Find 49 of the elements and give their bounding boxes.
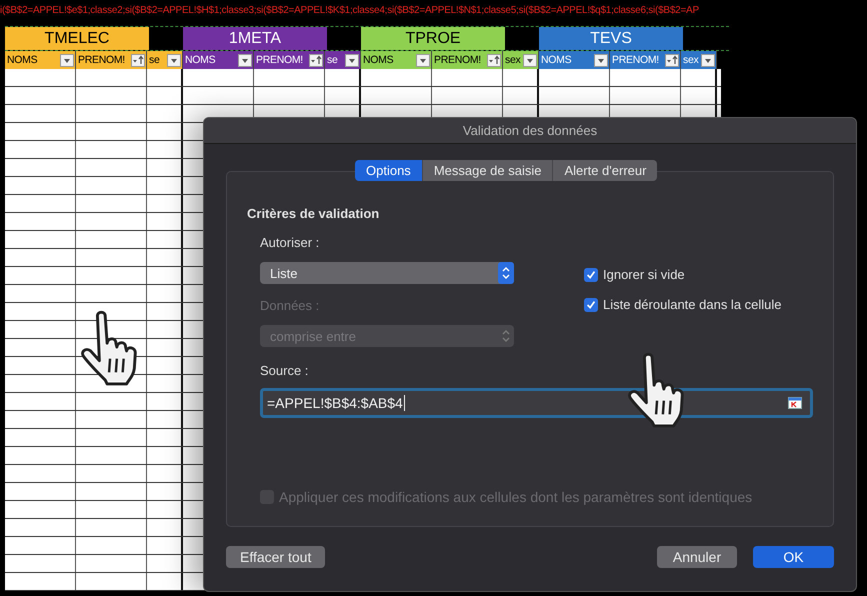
tab[interactable]: Options xyxy=(355,160,423,181)
column-header[interactable]: PRENOM! xyxy=(432,51,503,69)
column-header[interactable]: NOMS xyxy=(5,51,76,69)
filter-dropdown-icon[interactable] xyxy=(167,54,181,66)
column-header[interactable]: PRENOM! xyxy=(76,51,147,69)
class-header: TEVS xyxy=(539,27,683,50)
sort-filter-icon[interactable] xyxy=(131,54,145,66)
column-header[interactable]: sex xyxy=(503,51,539,69)
sort-filter-icon[interactable] xyxy=(665,54,679,66)
formula-text: i($B$2=APPEL!$e$1;classe2;si($B$2=APPEL!$H$1;classe3;si($B$2=APPEL!$K$1;classe4;si($B$2=APPEL!$N$1;classe5;si($B$2=APPEL!$q$1;classe6;si($B$2=AP xyxy=(0,4,700,18)
field-label: Données : xyxy=(260,298,320,313)
section-title: Critères de validation xyxy=(247,206,380,221)
source-field[interactable]: =APPEL!$B$4:$AB$4 xyxy=(260,388,813,418)
checkbox-label: Ignorer si vide xyxy=(603,267,685,282)
filter-dropdown-icon[interactable] xyxy=(60,54,74,66)
column-header[interactable]: PRENOM! xyxy=(610,51,681,69)
filter-dropdown-icon[interactable] xyxy=(238,54,252,66)
column-header[interactable]: sex xyxy=(681,51,717,69)
filter-dropdown-icon[interactable] xyxy=(345,54,359,66)
dialog-title: Validation des données xyxy=(204,118,856,144)
sort-filter-icon[interactable] xyxy=(309,54,323,66)
checkbox[interactable] xyxy=(584,268,598,282)
checkbox-label: Appliquer ces modifications aux cellules dont les paramètres sont identiques xyxy=(279,489,752,505)
column-header[interactable]: PRENOM! xyxy=(254,51,325,69)
sort-filter-icon[interactable] xyxy=(487,54,501,66)
class-header: TPROE xyxy=(361,27,505,50)
filter-dropdown-icon[interactable] xyxy=(523,54,537,66)
checkbox-label: Liste déroulante dans la cellule xyxy=(603,297,782,312)
class-header: 1META xyxy=(183,27,327,50)
filter-dropdown-icon[interactable] xyxy=(594,54,608,66)
stepper-icon[interactable] xyxy=(498,262,514,284)
field-label: Autoriser : xyxy=(260,235,320,250)
class-header: TMELEC xyxy=(5,27,149,50)
field-label: Source : xyxy=(259,363,310,378)
tab[interactable]: Alerte d'erreur xyxy=(553,160,658,181)
cancel-button[interactable]: Annuler xyxy=(657,546,737,568)
column-header[interactable]: NOMS xyxy=(183,51,254,69)
range-picker-icon[interactable] xyxy=(788,397,802,409)
column-header[interactable]: se xyxy=(147,51,183,69)
filter-dropdown-icon[interactable] xyxy=(701,54,715,66)
column-header[interactable]: NOMS xyxy=(361,51,432,69)
ok-button[interactable]: OK xyxy=(753,546,834,568)
column-header[interactable]: se xyxy=(325,51,361,69)
filter-dropdown-icon[interactable] xyxy=(416,54,430,66)
column-header[interactable]: NOMS xyxy=(539,51,610,69)
clear-all-button[interactable]: Effacer tout xyxy=(226,546,326,568)
allow-select[interactable]: Liste xyxy=(260,262,514,284)
checkbox[interactable] xyxy=(584,298,598,312)
tab[interactable]: Message de saisie xyxy=(422,160,554,181)
